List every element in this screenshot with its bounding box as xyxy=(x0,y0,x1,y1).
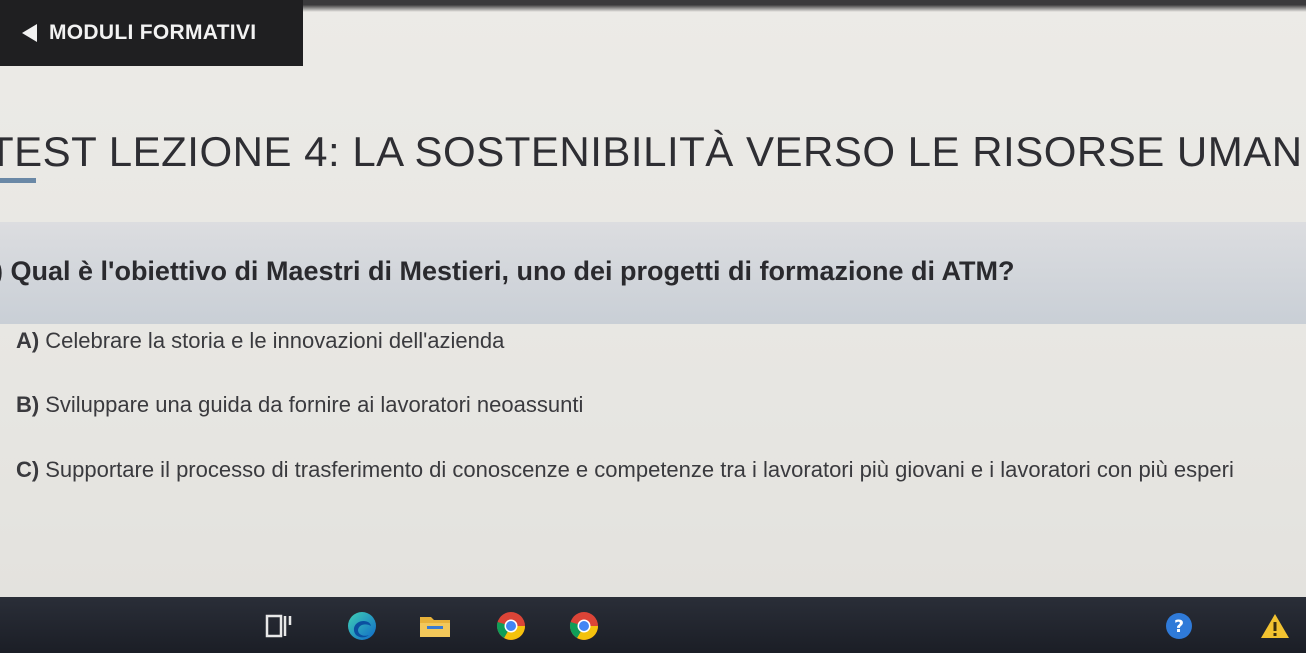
warning-icon[interactable] xyxy=(1258,611,1292,641)
top-bar xyxy=(300,0,1306,12)
chrome-icon[interactable] xyxy=(567,611,601,641)
taskbar: ? xyxy=(0,597,1306,653)
title-underline xyxy=(0,178,36,183)
back-arrow-icon xyxy=(22,24,37,42)
svg-text:?: ? xyxy=(1174,617,1184,637)
answer-text: Supportare il processo di trasferimento … xyxy=(45,457,1234,482)
answer-letter: A) xyxy=(16,328,40,353)
answer-letter: C) xyxy=(16,457,40,482)
answer-letter: B) xyxy=(16,392,40,417)
answer-option-c[interactable]: C) Supportare il processo di trasferiment… xyxy=(16,457,1234,483)
help-icon[interactable]: ? xyxy=(1162,611,1196,641)
chrome-icon[interactable] xyxy=(494,611,528,641)
question-text: ) Qual è l'obiettivo di Maestri di Mesti… xyxy=(0,256,1015,286)
answer-text: Celebrare la storia e le innovazioni del… xyxy=(45,328,505,353)
back-button-label: MODULI FORMATIVI xyxy=(49,21,257,44)
task-view-icon[interactable] xyxy=(262,611,296,641)
answer-option-a[interactable]: A) Celebrare la storia e le innovazioni d… xyxy=(16,328,504,354)
back-to-modules-button[interactable]: MODULI FORMATIVI xyxy=(0,0,303,66)
answer-option-b[interactable]: B) Sviluppare una guida da fornire ai lav… xyxy=(16,392,583,418)
answer-text: Sviluppare una guida da fornire ai lavor… xyxy=(45,392,584,417)
file-explorer-icon[interactable] xyxy=(418,611,452,641)
page-title: TEST LEZIONE 4: LA SOSTENIBILITÀ VERSO L… xyxy=(0,128,1306,175)
edge-icon[interactable] xyxy=(345,611,379,641)
